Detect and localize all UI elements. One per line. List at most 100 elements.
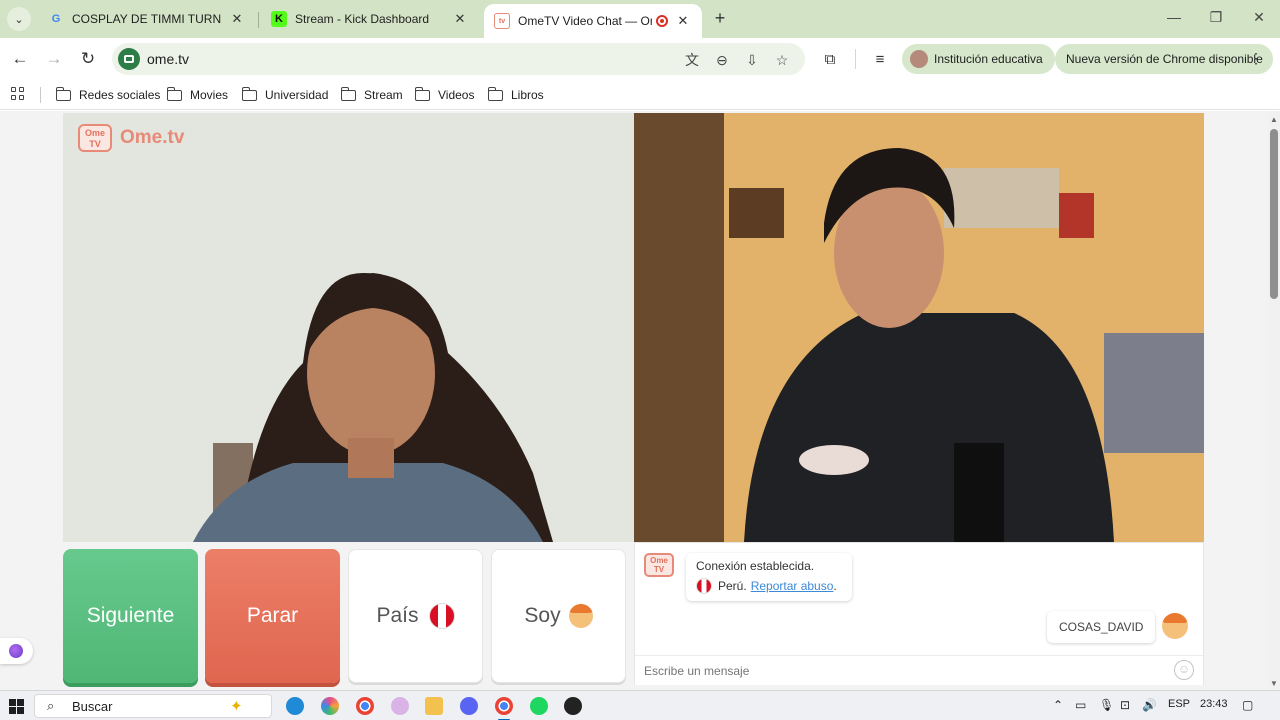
back-icon[interactable]: ← (8, 47, 32, 71)
next-button-label: Siguiente (86, 604, 175, 627)
country-button[interactable]: País (348, 549, 483, 683)
bookmark-folder[interactable]: Libros (487, 86, 544, 104)
volume-icon[interactable]: 🔊 (1142, 698, 1157, 712)
bookmark-folder[interactable]: Redes sociales (55, 86, 160, 104)
edge-icon[interactable] (286, 697, 304, 715)
folder-icon (414, 86, 430, 101)
windows-taskbar: ⌕ Buscar ✦ ⌃ ▭ 🎙 ⊡ 🔊 ESP 23:43 ▢ (0, 690, 1280, 720)
update-label: Nueva versión de Chrome disponible (1066, 52, 1263, 66)
battery-icon[interactable]: ▭ (1075, 698, 1086, 712)
file-explorer-icon[interactable] (425, 697, 443, 715)
peru-flag-icon (696, 578, 712, 594)
obs-icon[interactable] (564, 697, 582, 715)
bookmark-folder[interactable]: Stream (340, 86, 403, 104)
self-video-frame (634, 113, 1204, 542)
close-tab-icon[interactable]: ✕ (228, 11, 246, 27)
close-window-icon[interactable]: ✕ (1249, 9, 1269, 26)
scrollbar-thumb[interactable] (1270, 129, 1278, 299)
username: COSAS_DAVID (1059, 620, 1144, 634)
bookmarks-bar: Redes sociales Movies Universidad Stream… (0, 80, 1280, 110)
bookmark-folder[interactable]: Universidad (241, 86, 328, 104)
clock[interactable]: 23:43 (1200, 698, 1228, 710)
restore-icon[interactable]: ❐ (1206, 9, 1226, 26)
close-tab-icon[interactable]: ✕ (451, 11, 469, 27)
network-icon[interactable]: ⊡ (1120, 698, 1130, 712)
report-suffix: . (833, 579, 837, 593)
message-input[interactable] (635, 655, 1203, 685)
next-button[interactable]: Siguiente (63, 549, 198, 683)
bookmark-folder[interactable]: Movies (166, 86, 228, 104)
zoom-icon[interactable]: ⊖ (712, 50, 732, 70)
stranger-video-frame (63, 113, 634, 542)
extensions-icon[interactable]: ⧉ (819, 49, 841, 71)
report-abuse-link[interactable]: Reportar abuso (751, 579, 834, 593)
emoji-icon[interactable]: ☺ (1174, 660, 1194, 680)
forward-icon[interactable]: → (42, 47, 66, 71)
translate-icon[interactable]: ⽂ (682, 50, 702, 70)
chrome-icon[interactable] (356, 697, 374, 715)
stop-button[interactable]: Parar (205, 549, 340, 683)
extension-bubble[interactable] (0, 638, 33, 664)
more-menu-icon[interactable]: ⋮ (1249, 50, 1263, 67)
peru-flag-icon (428, 603, 455, 629)
tab-title: Stream - Kick Dashboard (295, 12, 430, 26)
address-bar[interactable]: ome.tv ⽂ ⊖ ⇩ ☆ (112, 43, 805, 75)
gender-button[interactable]: Soy (491, 549, 626, 683)
url-text: ome.tv (147, 51, 190, 67)
close-tab-icon[interactable]: ✕ (674, 13, 692, 29)
discord-icon[interactable] (460, 697, 478, 715)
tv-icon: Ome TV (78, 124, 112, 152)
microphone-icon[interactable]: 🎙 (1099, 698, 1114, 712)
site-info-icon[interactable] (118, 48, 140, 70)
app-icon[interactable] (391, 697, 409, 715)
tab-separator (258, 12, 259, 28)
bookmark-folder[interactable]: Videos (414, 86, 474, 104)
apps-grid-icon[interactable] (11, 87, 25, 101)
notifications-icon[interactable]: ▢ (1242, 698, 1253, 712)
extension-icon (9, 644, 23, 658)
stop-button-label: Parar (246, 604, 299, 627)
tab-cosplay[interactable]: G COSPLAY DE TIMMI TURNER DE ✕ (38, 4, 256, 34)
country-button-label: País (376, 604, 419, 627)
avatar (910, 50, 928, 68)
media-queue-icon[interactable]: ≡ (869, 49, 891, 71)
boy-face-icon (568, 604, 593, 628)
copilot-sparkle-icon: ✦ (230, 698, 243, 715)
folder-icon (340, 86, 356, 101)
tab-strip: ⌄ G COSPLAY DE TIMMI TURNER DE ✕ K Strea… (0, 0, 1280, 38)
minimize-icon[interactable]: — (1164, 9, 1184, 25)
bookmark-label: Libros (511, 88, 544, 102)
browser-toolbar: ← → ↻ ome.tv ⽂ ⊖ ⇩ ☆ ⧉ ≡ Institución edu… (0, 38, 1280, 80)
gender-button-label: Soy (524, 604, 561, 627)
ometv-logo: Ome TV Ome.tv (78, 124, 184, 152)
tab-title: COSPLAY DE TIMMI TURNER DE (72, 12, 222, 26)
folder-icon (55, 86, 71, 101)
language-indicator[interactable]: ESP (1168, 698, 1190, 710)
tab-ometv[interactable]: tv OmeTV Video Chat — Ome ✕ (484, 4, 702, 38)
new-tab-button[interactable]: + (709, 8, 731, 30)
scroll-down-icon[interactable]: ▼ (1270, 679, 1278, 688)
username-bubble: COSAS_DAVID (1047, 611, 1156, 643)
bookmark-star-icon[interactable]: ☆ (772, 50, 792, 70)
tab-title: OmeTV Video Chat — Ome (518, 14, 652, 28)
spotify-icon[interactable] (530, 697, 548, 715)
tab-kick-dashboard[interactable]: K Stream - Kick Dashboard ✕ (261, 4, 479, 34)
tray-chevron-icon[interactable]: ⌃ (1053, 698, 1063, 712)
install-app-icon[interactable]: ⇩ (742, 50, 762, 70)
system-message: Conexión establecida. Perú. Reportar abu… (686, 553, 852, 601)
chat-panel: Ome TV Conexión establecida. Perú. Repor… (634, 542, 1204, 685)
user-avatar-icon (1162, 613, 1188, 639)
profile-chip[interactable]: Institución educativa (902, 44, 1055, 74)
photos-icon[interactable] (321, 697, 339, 715)
bookmarks-divider (40, 87, 41, 103)
windows-start-icon[interactable] (9, 699, 24, 714)
toolbar-divider (855, 49, 856, 69)
chrome-active-icon[interactable] (495, 697, 513, 720)
page-scrollbar[interactable]: ▲ ▼ (1268, 111, 1280, 690)
tab-search-button[interactable]: ⌄ (7, 7, 31, 31)
stranger-country: Perú. (718, 579, 747, 593)
taskbar-search[interactable]: ⌕ Buscar ✦ (34, 694, 272, 718)
scroll-up-icon[interactable]: ▲ (1270, 115, 1278, 124)
chrome-update-button[interactable]: Nueva versión de Chrome disponible ⋮ (1055, 44, 1273, 74)
reload-icon[interactable]: ↻ (76, 47, 100, 71)
